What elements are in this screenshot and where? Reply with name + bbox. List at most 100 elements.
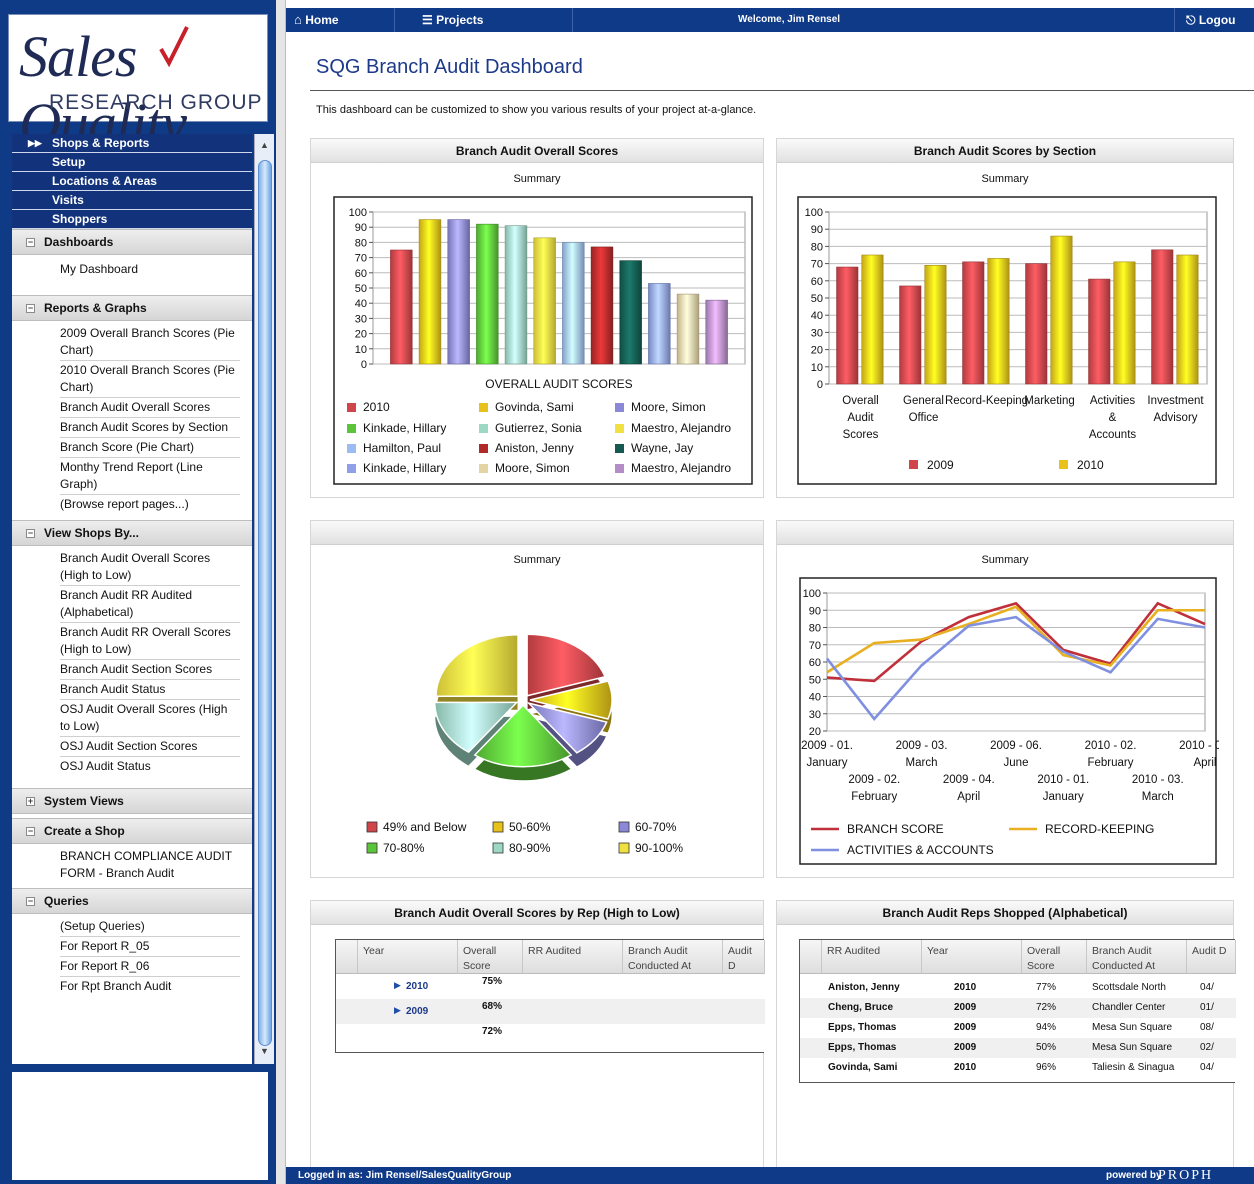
table-row[interactable]: Cheng, Bruce 2009 72% Chandler Center 01/ <box>800 998 1236 1018</box>
sidebar-item-view[interactable]: Branch Audit Status <box>60 680 240 700</box>
grid-cell-year[interactable]: 2010 <box>406 980 428 994</box>
sidebar-scrollbar[interactable]: ▲ ▼ <box>254 134 274 1064</box>
scroll-down-icon[interactable]: ▼ <box>260 1046 269 1056</box>
grid-cell-score: 72% <box>1036 1002 1057 1013</box>
sidebar-item-report[interactable]: Branch Audit Scores by Section <box>60 418 240 438</box>
projects-link[interactable]: ☰ Projects <box>422 8 483 32</box>
sidebar-item-report[interactable]: Branch Score (Pie Chart) <box>60 438 240 458</box>
sidebar-item-report[interactable]: 2009 Overall Branch Scores (Pie Chart) <box>60 324 240 361</box>
panel-overall-scores: Branch Audit Overall Scores Summary 0 10 2… <box>310 138 764 498</box>
sidebar-item-browse-reports[interactable]: (Browse report pages...) <box>60 495 240 514</box>
grid-header[interactable]: Branch Audit Conducted At <box>623 940 723 974</box>
expand-icon[interactable]: + <box>26 797 35 806</box>
sidebar-item-view[interactable]: Branch Audit RR Audited (Alphabetical) <box>60 586 240 623</box>
table-row[interactable]: Epps, Thomas 2009 94% Mesa Sun Square 08/ <box>800 1018 1236 1038</box>
grid-header[interactable]: Audit D <box>1187 940 1236 974</box>
y-tick-label: 50 <box>355 283 367 295</box>
pie-slice <box>435 634 519 698</box>
x-tick-label-line: 2009 - 02. <box>848 774 900 786</box>
expand-arrow-icon[interactable]: ▶ <box>394 1003 401 1017</box>
section-reports-graphs[interactable]: − Reports & Graphs <box>12 295 252 321</box>
grid-cell-loc: Scottsdale North <box>1092 982 1166 993</box>
table-row[interactable]: Govinda, Sami 2010 96% Taliesin & Sinagua 04… <box>800 1058 1236 1078</box>
section-dashboards[interactable]: − Dashboards <box>12 229 252 255</box>
grid-header[interactable]: Year <box>358 940 458 974</box>
grid-by-rep[interactable]: Year Overall Score RR Audited Branch Aud… <box>335 939 765 1053</box>
logout-link[interactable]: ⎋ Logou <box>1186 8 1236 32</box>
nav-shops-reports[interactable]: ▶▶ Shops & Reports <box>12 134 252 153</box>
collapse-icon[interactable]: − <box>26 897 35 906</box>
table-row[interactable]: ▶ 2010 75% <box>336 974 765 999</box>
section-system-views[interactable]: + System Views <box>12 788 252 814</box>
sidebar-item-query[interactable]: For Rpt Branch Audit <box>60 977 240 996</box>
grid-header[interactable]: RR Audited <box>822 940 922 974</box>
grid-cell-year: 2010 <box>954 982 977 993</box>
grid-reps-shopped[interactable]: RR Audited Year Overall Score Branch Aud… <box>799 939 1236 1083</box>
x-tick-label-line: Accounts <box>1089 429 1137 441</box>
collapse-icon[interactable]: − <box>26 304 35 313</box>
grid-header[interactable]: Audit D <box>723 940 765 974</box>
nav-visits[interactable]: Visits <box>12 191 252 210</box>
sidebar-item-query[interactable]: For Report R_06 <box>60 957 240 977</box>
nav-locations-areas[interactable]: Locations & Areas <box>12 172 252 191</box>
collapse-icon[interactable]: − <box>26 238 35 247</box>
grid-header[interactable]: Overall Score <box>458 940 523 974</box>
table-row[interactable]: ▶ 2009 68% <box>336 999 765 1024</box>
sidebar-item-view[interactable]: OSJ Audit Section Scores <box>60 737 240 757</box>
powered-by-text: powered by <box>1106 1170 1162 1181</box>
scrollbar-thumb[interactable] <box>258 160 272 1046</box>
section-view-shops-by[interactable]: − View Shops By... <box>12 520 252 546</box>
sidebar-item-report[interactable]: Branch Audit Overall Scores <box>60 398 240 418</box>
pane-divider[interactable] <box>276 0 286 1184</box>
sidebar-item-query[interactable]: (Setup Queries) <box>60 917 240 937</box>
footer-bar: Logged in as: Jim Rensel/SalesQualityGro… <box>286 1167 1254 1184</box>
x-tick-label-line: January <box>807 757 848 769</box>
legend-swatch <box>479 424 488 433</box>
grid-header[interactable]: Overall Score <box>1022 940 1087 974</box>
legend-label: Moore, Simon <box>495 461 570 475</box>
sidebar-item-query[interactable]: For Report R_05 <box>60 937 240 957</box>
section-create-shop[interactable]: − Create a Shop <box>12 818 252 844</box>
bar <box>676 293 700 365</box>
legend-swatch <box>366 842 378 854</box>
legend-swatch <box>909 460 918 469</box>
table-row-total: 72% <box>336 1024 765 1049</box>
page-title: SQG Branch Audit Dashboard <box>316 56 583 78</box>
grid-header[interactable]: RR Audited <box>523 940 623 974</box>
grid-cell-name: Epps, Thomas <box>828 1042 897 1053</box>
table-row[interactable]: Epps, Thomas 2009 50% Mesa Sun Square 02/ <box>800 1038 1236 1058</box>
bar <box>504 225 528 365</box>
sidebar-item-view[interactable]: OSJ Audit Status <box>60 757 240 776</box>
section-label: Dashboards <box>44 235 114 249</box>
sidebar-item-view[interactable]: Branch Audit Overall Scores (High to Low… <box>60 549 240 586</box>
grid-cell-year[interactable]: 2009 <box>406 1005 428 1019</box>
nav-setup[interactable]: Setup <box>12 153 252 172</box>
home-link[interactable]: ⌂ Home <box>294 8 339 32</box>
sidebar-item-view[interactable]: Branch Audit RR Overall Scores (High to … <box>60 623 240 660</box>
sidebar-item-view[interactable]: Branch Audit Section Scores <box>60 660 240 680</box>
logo-subtext: RESEARCH GROUP <box>49 91 263 114</box>
bar <box>1176 254 1199 385</box>
home-icon: ⌂ <box>294 12 302 27</box>
y-tick-label: 90 <box>811 224 823 236</box>
grid-header[interactable]: Branch Audit Conducted At <box>1087 940 1187 974</box>
sidebar-blank-area <box>12 1072 268 1180</box>
collapse-icon[interactable]: − <box>26 827 35 836</box>
bar <box>962 261 985 385</box>
panel-grid-reps: Branch Audit Reps Shopped (Alphabetical)… <box>776 900 1236 1167</box>
section-label: Queries <box>44 894 89 908</box>
grid-header[interactable]: Year <box>922 940 1022 974</box>
sidebar-item-create-shop[interactable]: BRANCH COMPLIANCE AUDIT FORM - Branch Au… <box>60 847 240 883</box>
section-queries[interactable]: − Queries <box>12 888 252 914</box>
sidebar-item-view[interactable]: OSJ Audit Overall Scores (High to Low) <box>60 700 240 737</box>
sidebar-item-report[interactable]: 2010 Overall Branch Scores (Pie Chart) <box>60 361 240 398</box>
bar <box>562 242 585 365</box>
nav-shoppers[interactable]: Shoppers <box>12 210 252 229</box>
sidebar-item-my-dashboard[interactable]: My Dashboard <box>60 260 240 279</box>
table-row[interactable]: Aniston, Jenny 2010 77% Scottsdale North 04/ <box>800 978 1236 998</box>
x-tick-label-line: February <box>851 791 897 803</box>
expand-arrow-icon[interactable]: ▶ <box>394 978 401 992</box>
scroll-up-icon[interactable]: ▲ <box>260 140 269 150</box>
sidebar-item-report[interactable]: Monthy Trend Report (Line Graph) <box>60 458 240 495</box>
collapse-icon[interactable]: − <box>26 529 35 538</box>
